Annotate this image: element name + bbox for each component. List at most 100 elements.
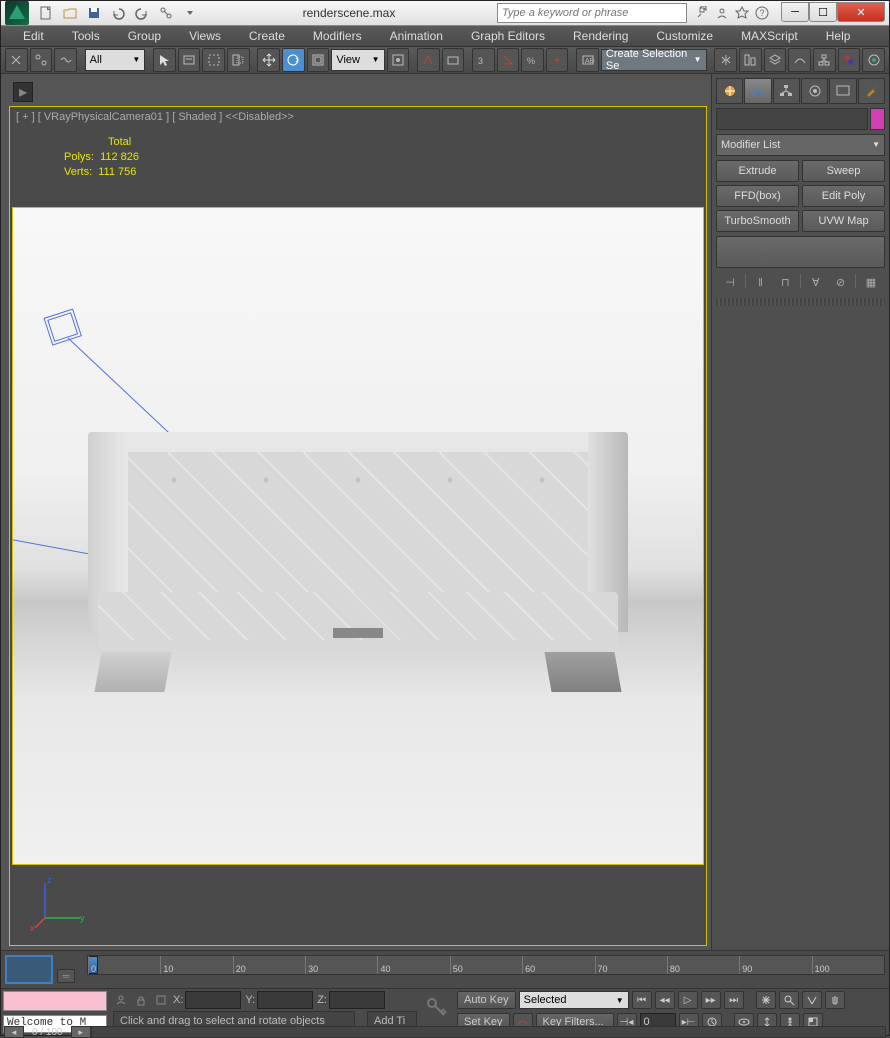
render-setup-icon[interactable] [862, 48, 885, 72]
schematic-view-icon[interactable] [813, 48, 836, 72]
modifier-list-dropdown[interactable]: Modifier List [716, 134, 885, 156]
keyboard-shortcut-icon[interactable] [442, 48, 465, 72]
help-search-input[interactable] [497, 3, 687, 23]
zoom-extents-icon[interactable] [756, 991, 776, 1009]
set-key-big-icon[interactable] [421, 989, 453, 1027]
viewport[interactable]: [ + ] [ VRayPhysicalCamera01 ] [ Shaded … [9, 106, 707, 946]
viewport-label[interactable]: [ + ] [ VRayPhysicalCamera01 ] [ Shaded … [16, 111, 294, 123]
mod-uvwmap[interactable]: UVW Map [802, 210, 885, 232]
material-editor-icon[interactable] [838, 48, 861, 72]
next-frame-icon[interactable]: ▸▸ [701, 991, 721, 1009]
menu-create[interactable]: Create [235, 27, 299, 45]
mirror-icon[interactable] [714, 48, 737, 72]
new-file-icon[interactable] [35, 2, 57, 24]
lock-icon[interactable] [133, 992, 149, 1008]
help-icon[interactable]: ? [753, 4, 771, 22]
selection-filter-combo[interactable]: All▼ [85, 49, 146, 71]
menu-customize[interactable]: Customize [642, 27, 727, 45]
redo-icon[interactable] [131, 2, 153, 24]
mod-extrude[interactable]: Extrude [716, 160, 799, 182]
ref-coord-combo[interactable]: View▼ [331, 49, 384, 71]
mod-ffdbox[interactable]: FFD(box) [716, 185, 799, 207]
pan-icon[interactable] [825, 991, 845, 1009]
maxscript-prompt[interactable] [3, 991, 107, 1011]
select-region-icon[interactable] [202, 48, 225, 72]
edit-named-sel-icon[interactable]: ABC [576, 48, 599, 72]
pin-stack-icon[interactable]: ⊣ [720, 274, 740, 292]
pivot-icon[interactable] [387, 48, 410, 72]
select-object-icon[interactable] [153, 48, 176, 72]
angle-snap-icon[interactable] [497, 48, 520, 72]
maximize-button[interactable]: ☐ [809, 2, 837, 22]
window-crossing-icon[interactable] [227, 48, 250, 72]
spinner-snap-icon[interactable] [546, 48, 569, 72]
object-name-input[interactable] [716, 108, 868, 130]
menu-maxscript[interactable]: MAXScript [727, 27, 812, 45]
play-icon[interactable]: ▷ [678, 991, 698, 1009]
modifier-sets-icon[interactable]: ▦ [861, 274, 881, 292]
minimize-button[interactable]: ─ [781, 2, 809, 22]
menu-animation[interactable]: Animation [376, 27, 457, 45]
tab-modify[interactable] [744, 78, 771, 104]
isolate-icon[interactable] [153, 992, 169, 1008]
goto-end-icon[interactable]: ⏭ [724, 991, 744, 1009]
x-coord-input[interactable] [185, 991, 241, 1009]
select-link-icon[interactable] [5, 48, 28, 72]
modifier-stack[interactable] [716, 236, 885, 268]
align-icon[interactable] [739, 48, 762, 72]
open-file-icon[interactable] [59, 2, 81, 24]
menu-group[interactable]: Group [114, 27, 175, 45]
app-logo[interactable] [5, 1, 29, 25]
layers-icon[interactable] [764, 48, 787, 72]
select-by-name-icon[interactable] [178, 48, 201, 72]
rotate-icon[interactable] [282, 48, 305, 72]
time-slider-thumb[interactable] [5, 955, 53, 984]
object-color-swatch[interactable] [870, 108, 885, 130]
make-unique-icon[interactable]: ⊓ [775, 274, 795, 292]
menu-tools[interactable]: Tools [58, 27, 114, 45]
remove-modifier-icon[interactable]: ∀ [806, 274, 826, 292]
tab-hierarchy[interactable] [773, 78, 800, 104]
search-icon[interactable] [693, 4, 711, 22]
key-target-select[interactable]: Selected [519, 991, 629, 1009]
scrub-left[interactable]: ◂ [4, 1026, 24, 1038]
tab-display[interactable] [829, 78, 856, 104]
menu-rendering[interactable]: Rendering [559, 27, 642, 45]
move-icon[interactable] [257, 48, 280, 72]
mini-track-icon[interactable]: ═ [57, 969, 75, 983]
mod-turbosmooth[interactable]: TurboSmooth [716, 210, 799, 232]
manipulate-icon[interactable] [417, 48, 440, 72]
qat-dropdown-icon[interactable] [179, 2, 201, 24]
unlink-icon[interactable] [30, 48, 53, 72]
menu-views[interactable]: Views [175, 27, 235, 45]
zoom-icon[interactable] [779, 991, 799, 1009]
tab-utilities[interactable] [858, 78, 885, 104]
configure-sets-icon[interactable]: ⊘ [831, 274, 851, 292]
tab-create[interactable] [716, 78, 743, 104]
z-coord-input[interactable] [329, 991, 385, 1009]
show-end-result-icon[interactable]: ‖ [751, 274, 771, 292]
percent-snap-icon[interactable]: % [521, 48, 544, 72]
close-button[interactable]: ✕ [837, 2, 885, 22]
mod-editpoly[interactable]: Edit Poly [802, 185, 885, 207]
sign-in-icon[interactable] [713, 4, 731, 22]
favorites-icon[interactable] [733, 4, 751, 22]
named-selection-combo[interactable]: Create Selection Se▼ [601, 49, 707, 71]
scrub-track[interactable] [91, 1026, 886, 1038]
time-ruler[interactable]: 0 10 20 30 40 50 60 70 80 90 100 [87, 955, 885, 975]
bind-icon[interactable] [54, 48, 77, 72]
menu-help[interactable]: Help [812, 27, 865, 45]
undo-icon[interactable] [107, 2, 129, 24]
menu-edit[interactable]: Edit [9, 27, 58, 45]
snap-toggle-icon[interactable]: 3 [472, 48, 495, 72]
curve-editor-icon[interactable] [788, 48, 811, 72]
y-coord-input[interactable] [257, 991, 313, 1009]
link-icon[interactable] [155, 2, 177, 24]
prev-frame-icon[interactable]: ◂◂ [655, 991, 675, 1009]
fov-icon[interactable] [802, 991, 822, 1009]
goto-start-icon[interactable]: ⏮ [632, 991, 652, 1009]
timeline-play-toggle[interactable]: ▸ [13, 82, 33, 102]
mod-sweep[interactable]: Sweep [802, 160, 885, 182]
menu-modifiers[interactable]: Modifiers [299, 27, 376, 45]
lock-selection-icon[interactable] [113, 992, 129, 1008]
